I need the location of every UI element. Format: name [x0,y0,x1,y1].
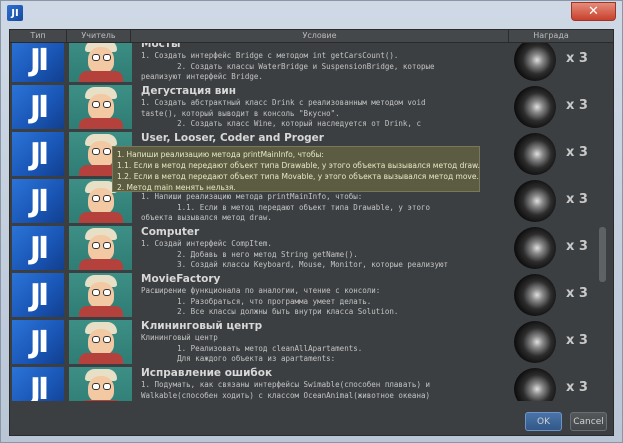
task-type-icon: JI [12,179,64,223]
task-line: 1. Создать абстрактный класс Drink с реа… [141,98,426,107]
task-title: MovieFactory [141,273,221,285]
scrollbar-thumb[interactable] [599,227,606,282]
tooltip-line: 2. Метод main менять нельзя. [117,183,236,192]
column-header-reward[interactable]: Награда [509,30,593,42]
table-row[interactable]: JI Computer 1. Создай интерфейс CompItem… [12,225,592,271]
task-line: 2. Создать класс Wine, который наследует… [141,119,421,128]
task-condition: Дегустация вин 1. Создать абстрактный кл… [137,84,510,130]
tooltip-line: 1.1. Если в метод передают объект типа D… [117,161,480,170]
reward-count: x 3 [566,145,588,160]
teacher-avatar [69,320,132,364]
tooltip-line: 1.2. Если в метод передают объект типа M… [117,172,479,181]
dark-matter-icon [514,43,556,81]
task-type-icon: JI [12,226,64,270]
reward-count: x 3 [566,51,588,66]
column-header-type[interactable]: Тип [10,30,67,42]
dark-matter-icon [514,368,556,401]
task-type-icon: JI [12,132,64,176]
table-body: JI Мосты 1. Создать интерфейс Bridge с м… [12,43,592,401]
reward-count: x 3 [566,192,588,207]
task-title: Клининговый центр [141,320,263,332]
task-line: 1. Создать интерфейс Bridge с методом in… [141,51,399,60]
close-button[interactable]: ✕ [571,2,616,21]
table-row[interactable]: JI MovieFactory Расширение функционала п… [12,272,592,318]
reward-cell: x 3 [512,178,592,224]
table-row[interactable]: JI Дегустация вин 1. Создать абстрактный… [12,84,592,130]
dark-matter-icon [514,133,556,175]
task-line: 1. Подумать, как связаны интерфейсы Swim… [141,380,430,389]
table-row[interactable]: JI Клининговый центр Клининговый центр 1… [12,319,592,365]
task-title: User, Looser, Coder and Proger [141,132,324,144]
dark-matter-icon [514,274,556,316]
task-type-icon: JI [12,320,64,364]
dark-matter-icon [514,227,556,269]
task-condition: Исправление ошибок 1. Подумать, как связ… [137,366,510,401]
task-line: 3. Создай классы Keyboard, Mouse, Monito… [141,260,449,269]
task-condition: Computer 1. Создай интерфейс CompItem. 2… [137,225,510,271]
teacher-avatar [69,85,132,129]
reward-count: x 3 [566,98,588,113]
task-line: Клининговый центр [141,333,218,342]
task-type-icon: JI [12,43,64,82]
task-title: Дегустация вин [141,85,236,97]
reward-cell: x 3 [512,43,592,83]
dark-matter-icon [514,180,556,222]
task-line: Walkable(способен ходить) с классом Ocea… [141,390,430,400]
task-line: 1. Разобраться, что программа умеет дела… [141,296,372,306]
task-line: 2. Добавь в него метод String getName(). [141,249,358,259]
table-row[interactable]: JI Исправление ошибок 1. Подумать, как с… [12,366,592,401]
column-header-condition[interactable]: Условие [131,30,509,42]
reward-cell: x 3 [512,272,592,318]
task-line: Для каждого объекта из apartaments: [141,354,336,363]
task-title: Мосты [141,43,181,50]
task-line: 2. Создать классы WaterBridge и Suspensi… [141,61,435,71]
reward-cell: x 3 [512,319,592,365]
condition-tooltip: 1. Напиши реализацию метода printMainInf… [112,146,480,192]
title-bar[interactable]: JI ✕ [1,1,622,27]
cancel-button[interactable]: Cancel [570,412,607,431]
reward-cell: x 3 [512,84,592,130]
task-condition: MovieFactory Расширение функционала по а… [137,272,510,318]
table-header: Тип Учитель Условие Награда [10,30,613,43]
reward-cell: x 3 [512,225,592,271]
reward-count: x 3 [566,286,588,301]
tooltip-line: 1. Напиши реализацию метода printMainInf… [117,150,324,159]
reward-cell: x 3 [512,131,592,177]
task-line: taste(), который выводит в консоль "Вкус… [141,108,340,118]
table-row[interactable]: JI Мосты 1. Создать интерфейс Bridge с м… [12,43,592,83]
dialog-window: JI ✕ Тип Учитель Условие Награда JI Мост… [0,0,623,443]
teacher-avatar [69,367,132,401]
task-table: Тип Учитель Условие Награда JI Мосты 1. … [9,29,614,436]
task-line: Расширение функционала по аналогии, чтен… [141,286,381,295]
teacher-avatar [69,43,132,82]
dark-matter-icon [514,321,556,363]
task-type-icon: JI [12,367,64,401]
reward-count: x 3 [566,333,588,348]
app-logo-icon: JI [7,5,23,21]
task-line: реализуют интерфейс Bridge. [141,72,263,81]
column-header-teacher[interactable]: Учитель [67,30,131,42]
task-type-icon: JI [12,273,64,317]
task-line: 1. Создай интерфейс CompItem. [141,239,272,248]
task-line: 1. Реализовать метод cleanAllApartaments… [141,343,363,353]
teacher-avatar [69,273,132,317]
task-line: объекта вызывался метод draw. [141,213,272,222]
reward-cell: x 3 [512,366,592,401]
task-title: Исправление ошибок [141,367,273,379]
dark-matter-icon [514,86,556,128]
teacher-avatar [69,226,132,270]
task-line: 1. Напиши реализацию метода printMainInf… [141,192,363,201]
task-condition: Клининговый центр Клининговый центр 1. Р… [137,319,510,365]
vertical-scrollbar[interactable] [594,43,612,401]
task-line: 1.1. Если в метод передают объект типа D… [141,202,430,212]
reward-count: x 3 [566,380,588,395]
task-line: 2. Все классы должны быть внутри класса … [141,307,399,316]
task-title: Computer [141,226,200,238]
task-type-icon: JI [12,85,64,129]
ok-button[interactable]: OK [525,412,562,431]
reward-count: x 3 [566,239,588,254]
task-condition: Мосты 1. Создать интерфейс Bridge с мето… [137,43,510,83]
